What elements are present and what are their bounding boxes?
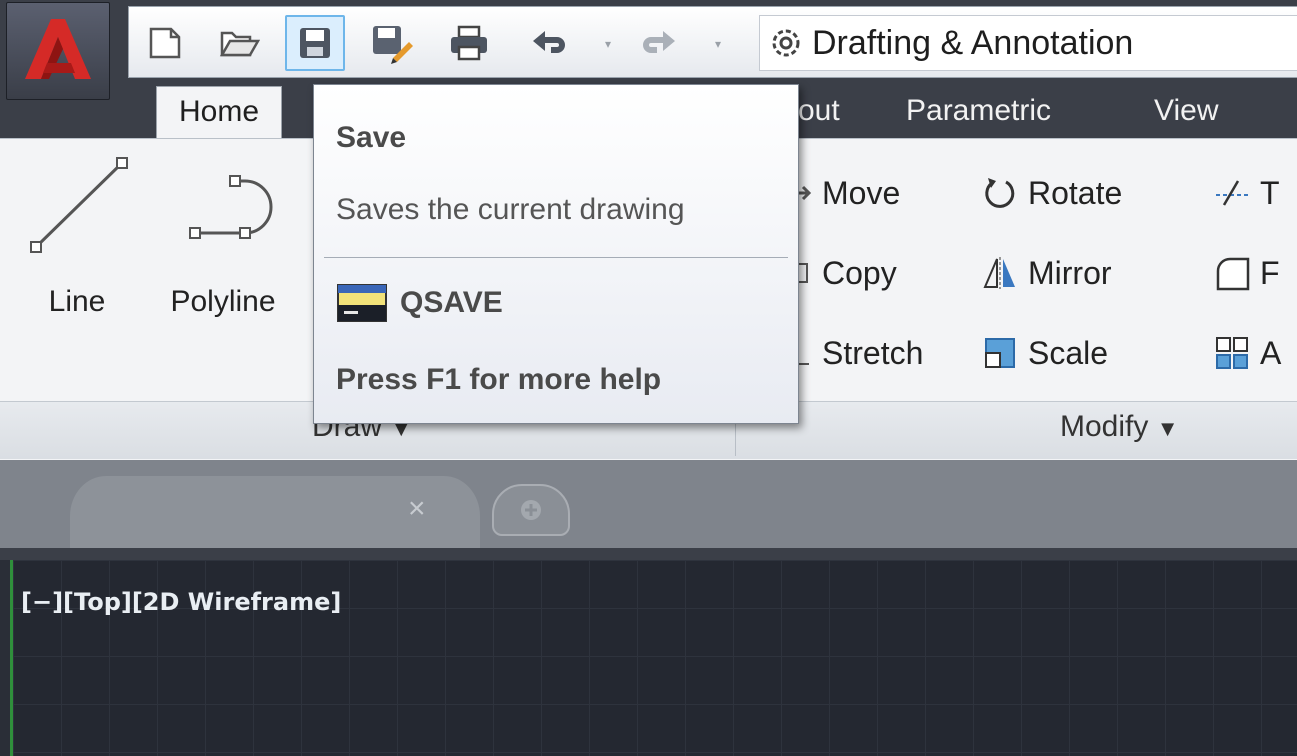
rotate-icon bbox=[982, 175, 1018, 211]
array-tool-button[interactable]: A bbox=[1214, 329, 1281, 377]
tooltip-title: Save bbox=[336, 121, 407, 154]
tab-parametric[interactable]: Parametric bbox=[884, 86, 1073, 138]
trim-tool-button[interactable]: T bbox=[1214, 169, 1280, 217]
close-icon[interactable]: × bbox=[408, 492, 426, 526]
scale-label: Scale bbox=[1028, 334, 1109, 371]
copy-tool-button[interactable]: Copy bbox=[790, 249, 897, 297]
tooltip-command: QSAVE bbox=[400, 286, 503, 319]
fillet-label: F bbox=[1260, 254, 1280, 291]
save-button[interactable] bbox=[285, 15, 345, 71]
open-folder-icon bbox=[219, 31, 260, 57]
redo-arrow-icon bbox=[643, 31, 675, 53]
plot-button[interactable] bbox=[439, 15, 499, 71]
undo-dropdown-icon[interactable]: ▾ bbox=[605, 38, 615, 50]
drawing-file-tab[interactable]: × bbox=[70, 476, 480, 548]
tooltip-help: Press F1 for more help bbox=[336, 363, 662, 396]
new-button[interactable] bbox=[135, 15, 195, 71]
tab-view[interactable]: View bbox=[1132, 86, 1240, 138]
tab-home[interactable]: Home bbox=[156, 86, 283, 138]
tooltip-description: Saves the current drawing bbox=[336, 193, 685, 226]
mirror-icon bbox=[982, 255, 1018, 291]
drawing-canvas[interactable]: [−][Top][2D Wireframe] bbox=[10, 560, 1297, 756]
line-tool-button[interactable]: Line bbox=[22, 139, 132, 399]
file-tab-bar: × bbox=[0, 460, 1297, 548]
autocad-logo-icon bbox=[25, 19, 91, 79]
scale-icon bbox=[982, 335, 1018, 371]
undo-button[interactable] bbox=[519, 15, 579, 71]
gear-icon bbox=[772, 29, 800, 57]
array-icon bbox=[1214, 335, 1250, 371]
application-menu-button[interactable] bbox=[6, 2, 110, 100]
redo-button[interactable] bbox=[629, 15, 689, 71]
fillet-tool-button[interactable]: F bbox=[1214, 249, 1280, 297]
new-file-icon bbox=[149, 27, 181, 59]
plus-icon bbox=[521, 500, 541, 520]
open-button[interactable] bbox=[209, 15, 269, 71]
copy-label: Copy bbox=[822, 254, 897, 291]
modify-panel-title[interactable]: Modify ▼ bbox=[1060, 410, 1178, 444]
line-icon bbox=[30, 157, 128, 253]
move-tool-button[interactable]: Move bbox=[790, 169, 900, 217]
stretch-tool-button[interactable]: Stretch bbox=[790, 329, 923, 377]
redo-dropdown-icon[interactable]: ▾ bbox=[715, 38, 725, 50]
viewport-controls-label[interactable]: [−][Top][2D Wireframe] bbox=[21, 588, 341, 616]
array-label: A bbox=[1260, 334, 1282, 371]
new-tab-button[interactable] bbox=[492, 484, 570, 536]
tooltip-separator bbox=[324, 257, 788, 258]
trim-icon bbox=[1214, 175, 1250, 211]
mirror-tool-button[interactable]: Mirror bbox=[982, 249, 1112, 297]
workspace-label: Drafting & Annotation bbox=[812, 23, 1134, 62]
move-label: Move bbox=[822, 174, 901, 211]
line-label: Line bbox=[48, 285, 106, 318]
polyline-label: Polyline bbox=[170, 285, 276, 318]
tooltip-command-row: QSAVE bbox=[336, 283, 503, 323]
save-tooltip: Save Saves the current drawing QSAVE Pre… bbox=[313, 84, 799, 424]
save-as-button[interactable] bbox=[361, 15, 421, 71]
workspace-switcher[interactable]: Drafting & Annotation bbox=[759, 15, 1297, 71]
save-disk-icon bbox=[300, 28, 330, 58]
canvas-frame bbox=[0, 548, 1297, 560]
chevron-down-icon: ▼ bbox=[1156, 416, 1179, 441]
command-line-icon bbox=[337, 284, 387, 322]
rotate-label: Rotate bbox=[1028, 174, 1123, 211]
undo-arrow-icon bbox=[533, 31, 565, 53]
mirror-label: Mirror bbox=[1028, 254, 1112, 291]
title-bar: ▾ ▾ Drafting & Annotation bbox=[0, 0, 1297, 100]
scale-tool-button[interactable]: Scale bbox=[982, 329, 1108, 377]
trim-label: T bbox=[1260, 174, 1280, 211]
polyline-icon bbox=[189, 175, 273, 239]
polyline-tool-button[interactable]: Polyline bbox=[148, 139, 298, 399]
save-as-icon bbox=[373, 26, 413, 64]
quick-access-toolbar: ▾ ▾ Drafting & Annotation bbox=[128, 6, 1297, 78]
printer-icon bbox=[451, 25, 487, 61]
fillet-icon bbox=[1214, 255, 1250, 291]
rotate-tool-button[interactable]: Rotate bbox=[982, 169, 1122, 217]
stretch-label: Stretch bbox=[822, 334, 924, 371]
